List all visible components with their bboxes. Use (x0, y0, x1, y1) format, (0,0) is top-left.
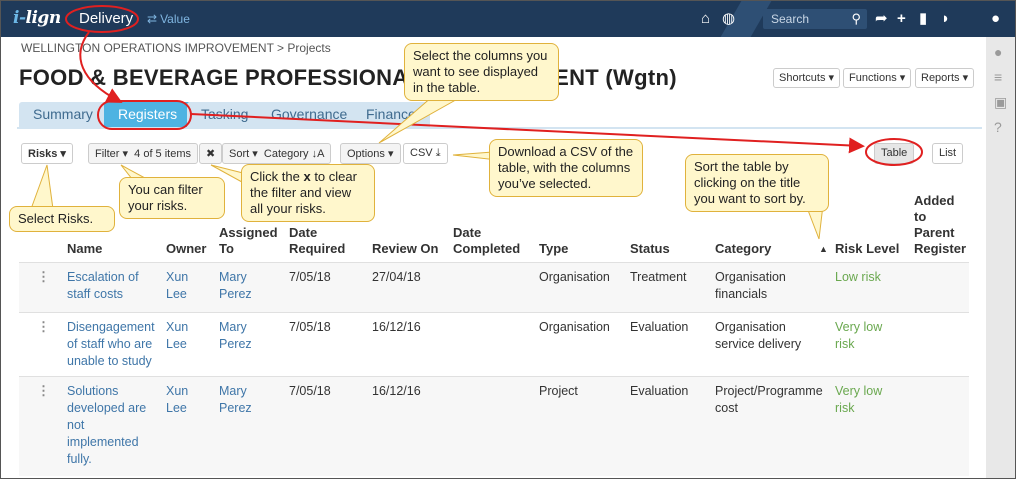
owner-link[interactable]: Xun Lee (166, 269, 206, 303)
reports-button[interactable]: Reports ▾ (915, 68, 975, 88)
col-added-to-parent-register[interactable]: Added to Parent Register (914, 193, 966, 257)
col-risk-level[interactable]: Risk Level (835, 241, 899, 257)
tab-registers[interactable]: Registers (104, 102, 192, 127)
list-view-button[interactable]: List (932, 143, 964, 164)
assigned-link[interactable]: Mary Perez (219, 269, 269, 303)
col-owner[interactable]: Owner (166, 241, 206, 257)
table-row[interactable] (19, 262, 969, 312)
swap-icon: ⇄ (147, 12, 158, 26)
callout-filter-risks: You can filter your risks. (119, 177, 225, 219)
share-icon[interactable]: ➦ (875, 10, 888, 28)
table-row[interactable] (19, 312, 969, 376)
clear-filter-button[interactable]: ✖ (199, 143, 223, 164)
col-category[interactable]: Category (715, 241, 771, 257)
app-logo[interactable]: i-lign (13, 8, 61, 28)
risk-name-link[interactable]: Solutions developed are not implemented … (67, 383, 159, 468)
filter-label: Filter ▾ (95, 148, 129, 160)
tab-summary[interactable]: Summary (19, 102, 107, 127)
col-name[interactable]: Name (67, 241, 102, 257)
callout-download-csv: Download a CSV of the table, with the co… (489, 139, 643, 197)
search-icon[interactable]: ⚲ (851, 11, 861, 27)
risk-type: Organisation (539, 320, 610, 334)
owner-link[interactable]: Xun Lee (166, 383, 206, 417)
table-view-button[interactable]: Table (874, 143, 915, 164)
search-input[interactable] (763, 9, 841, 29)
risk-type: Organisation (539, 270, 610, 284)
globe-icon[interactable]: ◍ (722, 10, 735, 28)
comment-icon[interactable]: ● (994, 44, 1002, 60)
sort-asc-icon: ▲ (819, 244, 828, 254)
page-title: FOOD & BEVERAGE PROFESSIONAL DEVELOPMENT… (19, 65, 677, 90)
col-date-completed[interactable]: Date Completed (453, 225, 520, 257)
risk-type: Project (539, 384, 578, 398)
col-status[interactable]: Status (630, 241, 670, 257)
risk-status: Treatment (630, 270, 687, 284)
tab-finance[interactable]: Finance (352, 102, 430, 127)
risk-category: Project/Programme cost (715, 384, 823, 415)
col-assigned-to[interactable]: Assigned To (219, 225, 278, 257)
lock-icon[interactable]: ▣ (994, 94, 1007, 111)
col-date-required[interactable]: Date Required (289, 225, 345, 257)
search-box: ⚲ (763, 9, 867, 29)
risk-name-link[interactable]: Disengagement of staff who are unable to… (67, 319, 159, 370)
assigned-link[interactable]: Mary Perez (219, 319, 269, 353)
value-app-link[interactable]: ⇄ Value (147, 12, 190, 26)
filter-count: 4 of 5 items (134, 148, 192, 160)
table-row[interactable] (19, 376, 969, 476)
risk-level: Very low risk (835, 320, 883, 351)
delivery-app-link[interactable]: Delivery (79, 10, 133, 27)
bookmark-icon[interactable]: ▮ (919, 10, 927, 28)
date-required: 7/05/18 (289, 384, 331, 398)
csv-label: CSV (410, 147, 433, 159)
list-icon[interactable]: ≡ (994, 69, 1002, 85)
callout-sort-table: Sort the table by clicking on the title … (685, 154, 829, 212)
risk-level: Very low risk (835, 384, 883, 415)
risk-name-link[interactable]: Escalation of staff costs (67, 269, 159, 303)
callout-clear-filter: Click the x to clear the filter and view… (241, 164, 375, 222)
review-on: 16/12/16 (372, 384, 421, 398)
sort-value: Category ↓A (263, 148, 325, 160)
bell-icon[interactable]: ◗ (941, 10, 950, 28)
review-on: 16/12/16 (372, 320, 421, 334)
shortcuts-button[interactable]: Shortcuts ▾ (773, 68, 841, 88)
sort-button[interactable]: Sort ▾ Category ↓A (222, 143, 332, 164)
tab-tasking[interactable]: Tasking (187, 102, 263, 127)
help-icon[interactable]: ? (994, 119, 1002, 135)
row-menu-icon[interactable]: ⋮ (37, 319, 50, 335)
tab-underline (17, 127, 982, 129)
owner-link[interactable]: Xun Lee (166, 319, 206, 353)
user-icon[interactable]: ● (991, 10, 1000, 28)
functions-button[interactable]: Functions ▾ (843, 68, 912, 88)
tab-governance[interactable]: Governance (257, 102, 362, 127)
col-review-on[interactable]: Review On (372, 241, 438, 257)
risk-level: Low risk (835, 270, 881, 284)
breadcrumb[interactable]: WELLINGTON OPERATIONS IMPROVEMENT > Proj… (21, 41, 331, 55)
callout-select-columns: Select the columns you want to see displ… (404, 43, 559, 101)
sort-label: Sort ▾ (229, 148, 258, 160)
risk-category: Organisation financials (715, 270, 786, 301)
row-menu-icon[interactable]: ⋮ (37, 383, 50, 399)
date-required: 7/05/18 (289, 320, 331, 334)
options-button[interactable]: Options ▾ (340, 143, 401, 164)
assigned-link[interactable]: Mary Perez (219, 383, 269, 417)
row-menu-icon[interactable]: ⋮ (37, 269, 50, 285)
risk-status: Evaluation (630, 320, 689, 334)
risks-dropdown[interactable]: Risks ▾ (21, 143, 73, 164)
date-required: 7/05/18 (289, 270, 331, 284)
csv-download-button[interactable]: CSV ⤓ (403, 143, 448, 164)
download-icon: ⤓ (435, 147, 441, 159)
callout-select-risks: Select Risks. (9, 206, 115, 232)
app-frame: i-lign Delivery ⇄Value ⌂ ◍ ⚲ ➦ + ▮ ◗ ● ●… (0, 0, 1016, 479)
value-label: Value (160, 12, 190, 26)
risk-category: Organisation service delivery (715, 320, 802, 351)
home-icon[interactable]: ⌂ (701, 10, 710, 28)
filter-button[interactable]: Filter ▾ 4 of 5 items (88, 143, 199, 164)
risk-status: Evaluation (630, 384, 689, 398)
review-on: 27/04/18 (372, 270, 421, 284)
add-icon[interactable]: + (897, 10, 906, 28)
col-type[interactable]: Type (539, 241, 568, 257)
